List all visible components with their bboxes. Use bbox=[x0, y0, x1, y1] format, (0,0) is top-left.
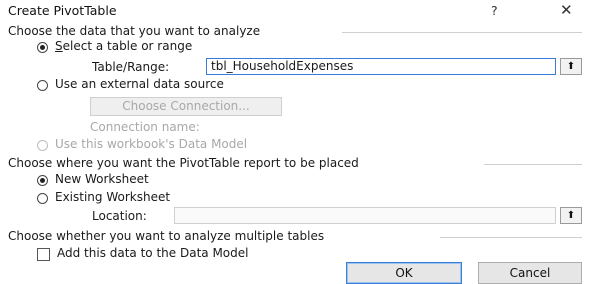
section-heading-data-source: Choose the data that you want to analyze bbox=[8, 24, 261, 38]
location-picker-button[interactable]: ⬆ bbox=[560, 207, 582, 224]
section-divider bbox=[484, 164, 582, 165]
help-icon[interactable]: ? bbox=[491, 3, 498, 18]
create-pivottable-dialog: Create PivotTable ? ✕ Choose the data th… bbox=[0, 0, 589, 284]
radio-select-table-label: Select a table or range bbox=[55, 39, 193, 53]
ok-button[interactable]: OK bbox=[346, 262, 462, 284]
section-divider bbox=[342, 32, 582, 33]
dialog-title: Create PivotTable bbox=[8, 3, 117, 18]
radio-data-model-label: Use this workbook's Data Model bbox=[55, 137, 248, 151]
radio-existing-worksheet[interactable] bbox=[37, 193, 48, 204]
section-heading-multiple-tables: Choose whether you want to analyze multi… bbox=[8, 229, 325, 243]
radio-data-model bbox=[37, 140, 48, 151]
table-range-label: Table/Range: bbox=[92, 60, 170, 74]
location-label: Location: bbox=[92, 209, 147, 223]
radio-select-table-text: elect a table or range bbox=[62, 39, 193, 53]
table-range-input[interactable]: tbl_HouseholdExpenses bbox=[206, 58, 556, 75]
add-data-model-label: Add this data to the Data Model bbox=[57, 246, 249, 260]
add-data-model-checkbox[interactable] bbox=[37, 248, 50, 261]
radio-select-table[interactable] bbox=[37, 42, 48, 53]
radio-new-worksheet-label: New Worksheet bbox=[55, 172, 149, 186]
radio-new-worksheet[interactable] bbox=[37, 175, 48, 186]
radio-external-source[interactable] bbox=[37, 80, 48, 91]
location-input[interactable] bbox=[174, 207, 556, 224]
radio-existing-worksheet-label: Existing Worksheet bbox=[55, 190, 171, 204]
close-icon[interactable]: ✕ bbox=[560, 1, 573, 19]
cancel-button[interactable]: Cancel bbox=[478, 262, 582, 284]
connection-name-label: Connection name: bbox=[90, 120, 200, 134]
table-range-picker-button[interactable]: ⬆ bbox=[560, 58, 582, 75]
radio-external-source-label: Use an external data source bbox=[55, 77, 224, 91]
choose-connection-button: Choose Connection... bbox=[90, 97, 282, 116]
section-divider bbox=[440, 237, 582, 238]
section-heading-placement: Choose where you want the PivotTable rep… bbox=[8, 156, 359, 170]
